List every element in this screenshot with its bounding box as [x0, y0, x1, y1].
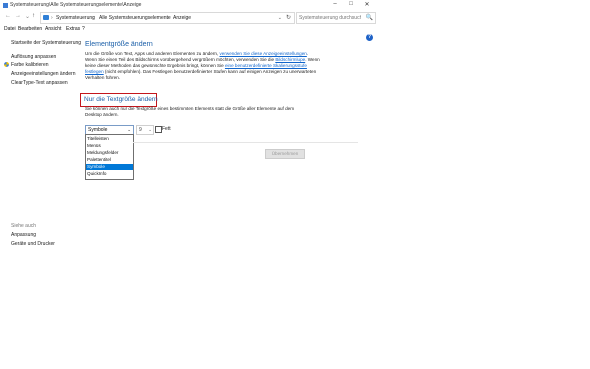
back-arrow-icon[interactable]: ← [5, 13, 11, 19]
search-box[interactable]: 🔍 [296, 12, 376, 24]
link-bildschirmlupe[interactable]: Bildschirmlupe [275, 57, 305, 62]
forward-arrow-icon[interactable]: → [15, 13, 21, 19]
paragraph-text: Um die Größe von Text, Apps und anderen … [85, 51, 220, 56]
dropdown-option[interactable]: Titelleisten [86, 136, 133, 142]
breadcrumb-anzeige[interactable]: Anzeige [173, 15, 191, 21]
maximize-button[interactable]: □ [345, 1, 357, 7]
menu-bar: Datei Bearbeiten Ansicht Extras ? [0, 25, 377, 33]
search-icon[interactable]: 🔍 [366, 14, 373, 21]
address-dropdown-icon[interactable]: ⌄ [278, 15, 282, 21]
refresh-icon[interactable]: ↻ [286, 14, 291, 21]
sidebar-item-cleartype[interactable]: ClearType-Text anpassen [11, 80, 68, 86]
close-button[interactable]: ✕ [361, 1, 373, 8]
sidebar-item-anpassung[interactable]: Anpassung [11, 232, 36, 238]
recent-dropdown-icon[interactable]: ⌄ [25, 13, 30, 20]
see-also-heading: Siehe auch [11, 223, 37, 229]
breadcrumb-alle-elemente[interactable]: Alle Systemsteuerungselemente [99, 15, 171, 21]
element-select-value: Symbole [88, 127, 108, 133]
sidebar-item-aufloesung[interactable]: Auflösung anpassen [11, 54, 56, 60]
divider [133, 142, 358, 143]
menu-datei[interactable]: Datei [4, 26, 16, 32]
dropdown-option[interactable]: QuickInfo [86, 171, 133, 177]
link-anzeigeeinstellungen[interactable]: verwenden Sie diese Anzeigeeinstellungen [220, 51, 307, 56]
breadcrumb-systemsteuerung[interactable]: Systemsteuerung [56, 15, 95, 21]
size-select[interactable]: 9 ⌄ [136, 125, 154, 135]
element-dropdown-list: Titelleisten Menüs Meldungsfelder Palett… [85, 134, 134, 180]
dropdown-option[interactable]: Meldungsfelder [86, 150, 133, 156]
section-heading: Nur die Textgröße ändern [84, 96, 158, 103]
sidebar-item-geraete-drucker[interactable]: Geräte und Drucker [11, 241, 55, 247]
address-bar[interactable]: › Systemsteuerung › Alle Systemsteuerung… [40, 12, 295, 24]
breadcrumb-separator-icon: › [93, 15, 95, 21]
sidebar: Startseite der Systemsteuerung Auflösung… [0, 33, 81, 255]
bold-checkbox[interactable] [155, 126, 162, 133]
title-bar: Systemsteuerung\Alle Systemsteuerungsele… [0, 0, 377, 11]
admin-shield-icon [4, 62, 9, 67]
search-input[interactable] [299, 13, 361, 23]
chevron-down-icon[interactable]: ⌄ [127, 127, 131, 133]
menu-ansicht[interactable]: Ansicht [45, 26, 61, 32]
size-select-value: 9 [139, 127, 142, 133]
address-row: ← → ⌄ ↑ › Systemsteuerung › Alle Systems… [0, 11, 377, 24]
breadcrumb-separator-icon: › [51, 15, 53, 21]
dropdown-option-selected[interactable]: Symbole [86, 164, 133, 170]
control-panel-icon [43, 15, 49, 20]
menu-extras[interactable]: Extras [66, 26, 80, 32]
bold-label[interactable]: Fett [162, 126, 171, 132]
sidebar-item-anzeigeeinstellungen[interactable]: Anzeigeeinstellungen ändern [11, 71, 76, 77]
window: Systemsteuerung\Alle Systemsteuerungsele… [0, 0, 377, 255]
section-description: Sie können auch nur die Textgröße eines … [85, 106, 295, 117]
dropdown-option[interactable]: Palettentitel [86, 157, 133, 163]
up-arrow-icon[interactable]: ↑ [32, 13, 35, 19]
page-title: Elementgröße ändern [85, 41, 153, 48]
apply-button[interactable]: Übernehmen [265, 149, 305, 159]
description-paragraph: Um die Größe von Text, Apps und anderen … [85, 51, 320, 81]
sidebar-item-startseite[interactable]: Startseite der Systemsteuerung [11, 40, 81, 46]
control-panel-icon [3, 3, 8, 8]
dropdown-option[interactable]: Menüs [86, 143, 133, 149]
minimize-button[interactable]: – [329, 1, 341, 7]
breadcrumb-separator-icon: › [167, 15, 169, 21]
menu-bearbeiten[interactable]: Bearbeiten [18, 26, 42, 32]
menu-help[interactable]: ? [82, 26, 85, 32]
chevron-down-icon[interactable]: ⌄ [148, 127, 152, 133]
highlight-box: Nur die Textgröße ändern [80, 93, 158, 107]
help-icon[interactable]: ? [366, 34, 373, 41]
window-title: Systemsteuerung\Alle Systemsteuerungsele… [10, 2, 142, 8]
sidebar-item-farbe-kalibrieren[interactable]: Farbe kalibrieren [11, 62, 49, 68]
paragraph-text: (nicht empfohlen). Das Festlegen benutze… [85, 69, 317, 80]
